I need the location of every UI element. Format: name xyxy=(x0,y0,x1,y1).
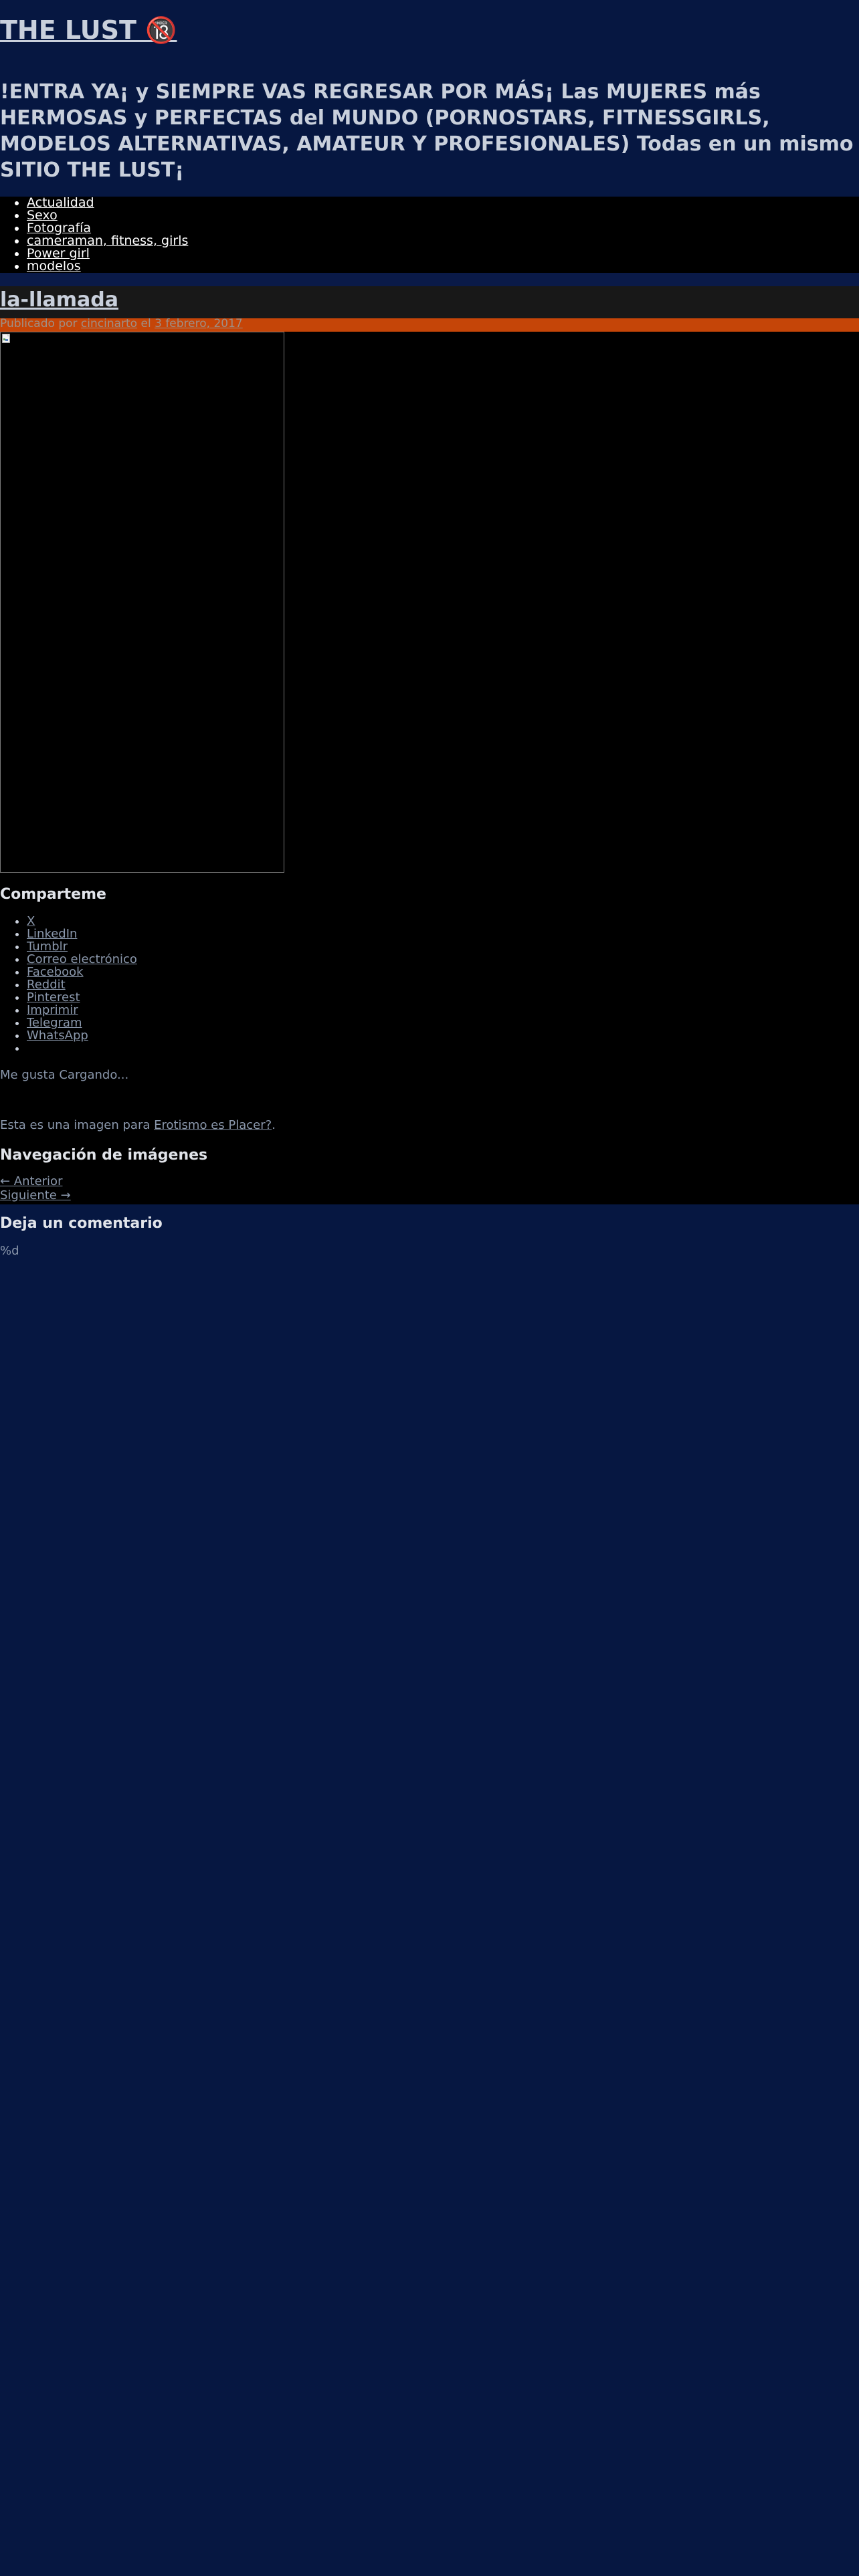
meta-mid: el xyxy=(137,316,155,330)
image-navigation: ← Anterior Siguiente → xyxy=(0,1174,859,1204)
nav-item-modelos: modelos xyxy=(27,259,859,274)
share-item-whatsapp: WhatsApp xyxy=(27,1029,859,1042)
share-heading: Comparteme xyxy=(0,885,106,903)
next-image-link[interactable]: Siguiente → xyxy=(0,1188,859,1202)
share-pinterest-link[interactable]: Pinterest xyxy=(27,990,80,1004)
share-item-telegram: Telegram xyxy=(27,1016,859,1029)
share-item-email: Correo electrónico xyxy=(27,953,859,966)
share-item-reddit: Reddit xyxy=(27,978,859,991)
previous-image-link[interactable]: ← Anterior xyxy=(0,1174,859,1188)
share-tumblr-link[interactable]: Tumblr xyxy=(27,940,68,954)
image-navigation-heading: Navegación de imágenes xyxy=(0,1146,208,1164)
footer-token: %d xyxy=(0,1243,19,1258)
meta-author-link[interactable]: cincinarto xyxy=(81,317,137,330)
share-facebook-link[interactable]: Facebook xyxy=(27,965,84,979)
attachment-prefix: Esta es una imagen para xyxy=(0,1117,155,1132)
entry-title: la-llamada xyxy=(0,286,859,310)
entry-meta: Publicado por cincinarto el 3 febrero, 2… xyxy=(0,318,859,332)
nav-item-sexo: Sexo xyxy=(27,209,859,222)
nav-item-cameraman: cameraman, fitness, girls xyxy=(27,234,859,247)
meta-prefix: Publicado por xyxy=(0,316,81,330)
share-linkedin-link[interactable]: LinkedIn xyxy=(27,927,77,941)
share-telegram-link[interactable]: Telegram xyxy=(27,1016,82,1030)
site-title-link[interactable]: THE LUST 🔞 xyxy=(0,15,177,45)
nav-spacer xyxy=(0,272,859,286)
nav-item-power-girl: Power girl xyxy=(27,247,859,260)
likes-status: Me gusta Cargando... xyxy=(0,1067,129,1082)
share-print-link[interactable]: Imprimir xyxy=(27,1003,78,1017)
share-item-empty xyxy=(27,1042,859,1055)
entry-content: Comparteme X LinkedIn Tumblr Correo elec… xyxy=(0,331,859,1204)
comments-section: Deja un comentario %d xyxy=(0,1204,859,1258)
reply-title: Deja un comentario xyxy=(0,1214,163,1232)
broken-image-icon xyxy=(2,333,10,343)
attachment-image[interactable] xyxy=(0,331,284,873)
nav-menu: Actualidad Sexo Fotografía cameraman, fi… xyxy=(0,196,859,274)
attachment-caption: Esta es una imagen para Erotismo es Plac… xyxy=(0,1118,859,1132)
share-reddit-link[interactable]: Reddit xyxy=(27,978,66,992)
site-header: THE LUST 🔞 !ENTRA YA¡ y SIEMPRE VAS REGR… xyxy=(0,0,859,197)
entry-title-link[interactable]: la-llamada xyxy=(0,288,118,312)
site-title: THE LUST 🔞 xyxy=(0,15,859,47)
share-x-link[interactable]: X xyxy=(27,914,35,928)
attachment-suffix: . xyxy=(272,1117,276,1132)
share-list: X LinkedIn Tumblr Correo electrónico Fac… xyxy=(0,915,859,1055)
site-description: !ENTRA YA¡ y SIEMPRE VAS REGRESAR POR MÁ… xyxy=(0,80,854,182)
primary-navigation: Actualidad Sexo Fotografía cameraman, fi… xyxy=(0,196,859,274)
share-item-x: X xyxy=(27,915,859,928)
nav-item-actualidad: Actualidad xyxy=(27,196,859,209)
share-email-link[interactable]: Correo electrónico xyxy=(27,952,137,966)
meta-date-link[interactable]: 3 febrero, 2017 xyxy=(155,317,243,330)
share-item-linkedin: LinkedIn xyxy=(27,928,859,940)
attachment-parent-link[interactable]: Erotismo es Placer? xyxy=(154,1118,272,1132)
share-item-print: Imprimir xyxy=(27,1004,859,1016)
share-whatsapp-link[interactable]: WhatsApp xyxy=(27,1029,88,1043)
share-item-pinterest: Pinterest xyxy=(27,991,859,1004)
entry-header: la-llamada xyxy=(0,286,859,318)
nav-link-modelos[interactable]: modelos xyxy=(27,259,81,274)
share-item-tumblr: Tumblr xyxy=(27,940,859,953)
share-item-facebook: Facebook xyxy=(27,966,859,978)
